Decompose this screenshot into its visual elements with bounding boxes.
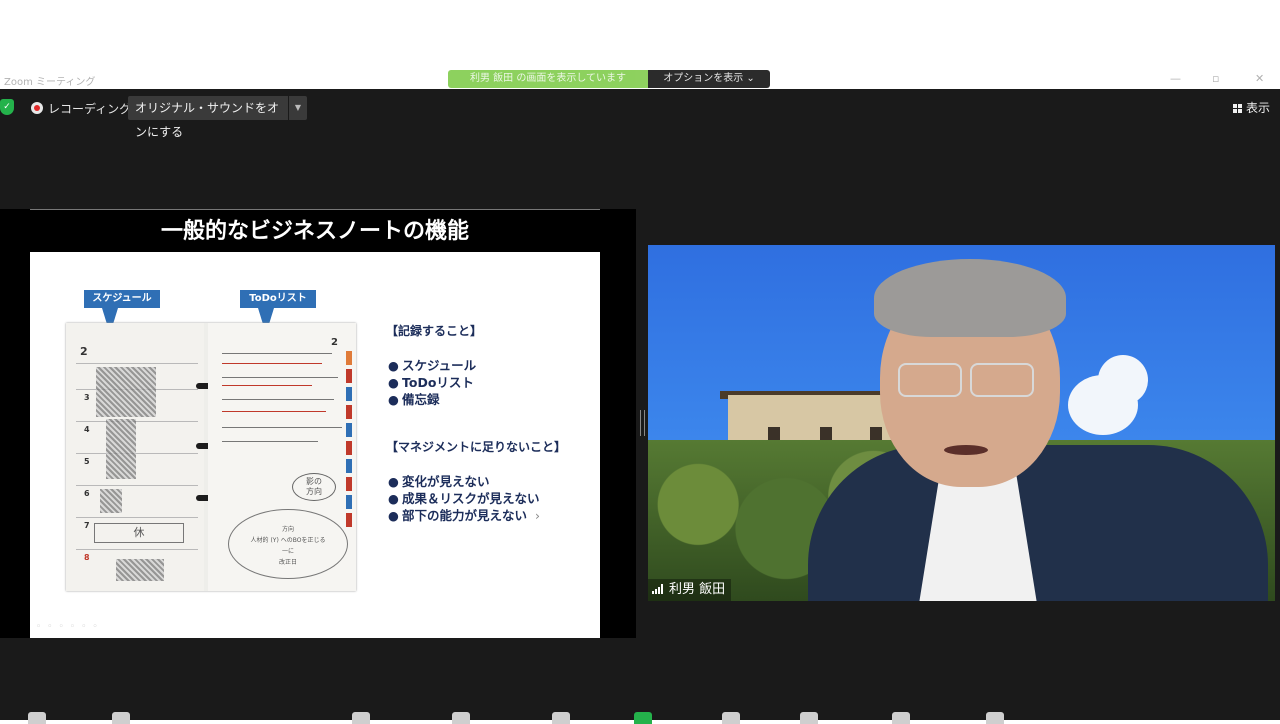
shared-screen: 一般的なビジネスノートの機能 スケジュール ToDoリスト 2 3 4 5 6 … [0, 209, 636, 638]
slide-toolbar-icons[interactable]: ◦◦◦◦◦◦ [36, 622, 104, 632]
list-item: ● 備忘録 [388, 392, 440, 407]
day-number: 6 [84, 489, 90, 498]
person-mouth [944, 445, 988, 455]
notebook-left-page: 2 3 4 5 6 7 8 休 [66, 323, 204, 591]
person-jacket [808, 445, 1268, 601]
ruled-line [76, 363, 198, 364]
callout-todo: ToDoリスト [240, 290, 316, 308]
ruled-line [76, 421, 198, 422]
scheduled-block [96, 367, 156, 417]
maximize-icon[interactable]: ▫ [1212, 72, 1219, 85]
glasses-right-lens [970, 363, 1034, 397]
ruled-line [76, 485, 198, 486]
scheduled-block [106, 419, 136, 479]
index-tab [346, 459, 352, 473]
participant-video[interactable]: 利男 飯田 [648, 245, 1275, 601]
app-title: Zoom ミーティング [4, 77, 96, 88]
grid-view-icon [1232, 104, 1242, 113]
close-icon[interactable]: ✕ [1255, 72, 1264, 85]
recording-icon [31, 102, 43, 114]
record-icon[interactable] [722, 712, 740, 724]
index-tab [346, 441, 352, 455]
ruled-line [76, 453, 198, 454]
index-tab [346, 513, 352, 527]
todo-scribble [222, 427, 342, 428]
view-options-button[interactable]: オプションを表示 ⌄ [648, 70, 770, 88]
right-month-number: 2 [331, 337, 338, 348]
participant-name-tag: 利男 飯田 [648, 579, 732, 601]
list-item: ● 部下の能力が見えない › [388, 508, 541, 523]
scheduled-block [116, 559, 164, 581]
day-number: 3 [84, 393, 90, 402]
callout-schedule: スケジュール [84, 290, 160, 308]
index-tab [346, 495, 352, 509]
slide-title: 一般的なビジネスノートの機能 [30, 209, 600, 252]
todo-scribble [222, 377, 338, 378]
mute-icon[interactable] [28, 712, 46, 724]
chat-icon[interactable] [552, 712, 570, 724]
index-tab [346, 369, 352, 383]
video-off-icon[interactable] [112, 712, 130, 724]
left-month-number: 2 [80, 345, 88, 358]
share-status-banner: 利男 飯田 の画面を表示しています [448, 70, 648, 88]
signal-strength-icon [652, 584, 664, 594]
meeting-top-bar: ✓ レコーディング中 オリジナル・サウンドをオンにする ▼ 表示 [0, 89, 1280, 139]
day-number: 8 [84, 553, 90, 562]
day-number: 7 [84, 521, 90, 530]
memo-circle: 影の 方向 [292, 473, 336, 501]
index-tab [346, 405, 352, 419]
person-hair [874, 259, 1066, 337]
reactions-icon[interactable] [892, 712, 910, 724]
todo-scribble [222, 353, 332, 354]
notebook-photo: 2 3 4 5 6 7 8 休 2 影の 方向 方向 人材的 (Y) へのBOを… [66, 323, 356, 591]
todo-scribble [222, 411, 326, 412]
pane-splitter-handle[interactable] [640, 410, 645, 436]
apps-icon[interactable] [986, 712, 1004, 724]
meeting-controls-toolbar [0, 708, 1280, 724]
day-number: 5 [84, 457, 90, 466]
security-icon[interactable] [352, 712, 370, 724]
cloud [1098, 355, 1148, 405]
day-number: 4 [84, 425, 90, 434]
view-button[interactable]: 表示 [1232, 99, 1270, 116]
index-tab [346, 387, 352, 401]
minimize-icon[interactable]: — [1170, 72, 1181, 85]
window-titlebar: Zoom ミーティング 利男 飯田 の画面を表示しています オプションを表示 ⌄… [0, 70, 1280, 89]
chevron-down-icon[interactable]: ▼ [289, 96, 307, 120]
index-tab [346, 423, 352, 437]
slide-body: スケジュール ToDoリスト 2 3 4 5 6 7 8 休 2 影の 方向 方… [30, 252, 600, 638]
todo-scribble [222, 441, 318, 442]
holiday-note: 休 [94, 523, 184, 543]
memo-oval: 方向 人材的 (Y) へのBOを正じる 一に 改正日 [228, 509, 348, 579]
ruled-line [76, 517, 198, 518]
todo-scribble [222, 399, 334, 400]
breakout-rooms-icon[interactable] [800, 712, 818, 724]
next-arrow-icon[interactable]: › [535, 508, 540, 523]
encryption-shield-icon[interactable]: ✓ [0, 99, 14, 115]
ruled-line [76, 549, 198, 550]
section-heading-record: 【記録すること】 [386, 324, 483, 338]
section-heading-management: 【マネジメントに足りないこと】 [386, 440, 567, 454]
index-tab [346, 477, 352, 491]
todo-scribble [222, 363, 322, 364]
todo-scribble [222, 385, 312, 386]
scheduled-block [100, 489, 122, 513]
index-tab [346, 351, 352, 365]
notebook-right-page: 2 影の 方向 方向 人材的 (Y) へのBOを正じる 一に 改正日 [208, 323, 356, 591]
participants-icon[interactable] [452, 712, 470, 724]
share-screen-icon[interactable] [634, 712, 652, 724]
original-sound-button[interactable]: オリジナル・サウンドをオンにする [128, 96, 288, 139]
glasses-left-lens [898, 363, 962, 397]
meeting-area: ✓ レコーディング中 オリジナル・サウンドをオンにする ▼ 表示 一般的なビジネ… [0, 89, 1280, 724]
